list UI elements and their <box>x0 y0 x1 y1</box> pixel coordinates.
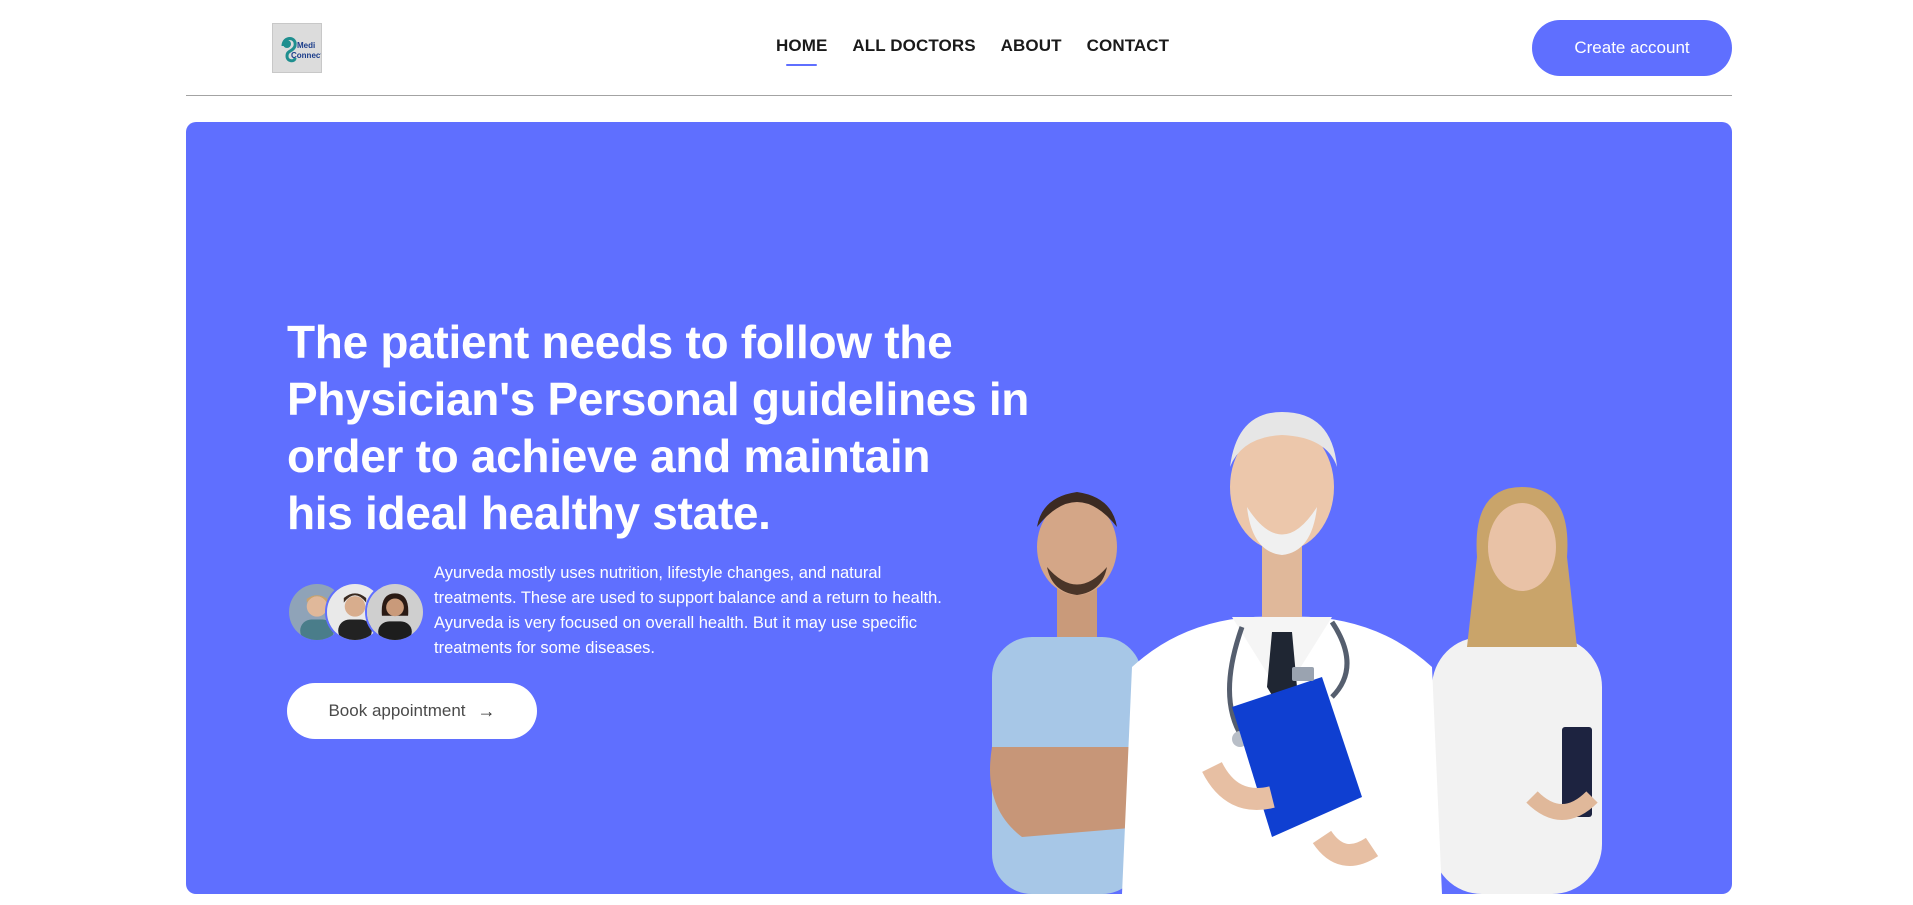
svg-text:Medi: Medi <box>297 41 315 50</box>
patient-avatars <box>287 582 427 642</box>
logo-graphic: Medi Connect <box>273 24 322 72</box>
doctors-group-image <box>990 412 1602 894</box>
avatar <box>365 582 425 642</box>
arrow-right-icon: → <box>477 700 496 721</box>
book-appointment-label: Book appointment <box>328 701 466 720</box>
nav-home[interactable]: HOME <box>776 36 827 66</box>
hero-banner: The patient needs to follow the Physicia… <box>186 122 1732 894</box>
headline-line: order to achieve and maintain <box>287 430 931 482</box>
svg-text:Connect: Connect <box>291 51 322 60</box>
hero-description: Ayurveda mostly uses nutrition, lifestyl… <box>434 564 942 657</box>
medi-connect-logo[interactable]: Medi Connect <box>272 23 322 73</box>
doctor-left-figure <box>990 492 1142 894</box>
book-appointment-button[interactable]: Book appointment → <box>287 683 537 739</box>
nav-about[interactable]: ABOUT <box>1001 36 1062 56</box>
doctor-center-figure <box>1122 412 1442 894</box>
headline-line: The patient needs to follow the <box>287 316 953 368</box>
nav-contact[interactable]: CONTACT <box>1087 36 1170 56</box>
navbar: Medi Connect HOME ALL DOCTORS ABOUT CONT… <box>186 0 1732 96</box>
nav-all-doctors[interactable]: ALL DOCTORS <box>852 36 975 56</box>
headline-line: his ideal healthy state. <box>287 487 771 539</box>
headline-line: Physician's Personal guidelines in <box>287 373 1030 425</box>
hero-headline: The patient needs to follow the Physicia… <box>287 314 1030 542</box>
doctor-right-figure <box>1432 487 1602 894</box>
main-menu: HOME ALL DOCTORS ABOUT CONTACT <box>776 36 1170 66</box>
create-account-button[interactable]: Create account <box>1532 20 1732 76</box>
